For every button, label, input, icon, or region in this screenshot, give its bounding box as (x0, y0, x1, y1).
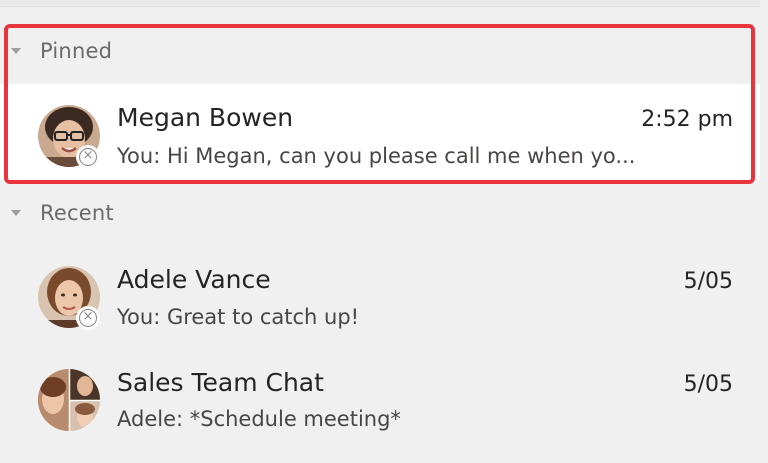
chevron-down-icon[interactable] (11, 210, 21, 216)
scrollbar-gutter (760, 0, 768, 463)
pinned-section-label: Pinned (40, 39, 113, 63)
recent-section-label: Recent (40, 201, 114, 225)
avatar (38, 369, 100, 431)
offline-presence-icon: × (79, 309, 97, 327)
offline-presence-icon: × (79, 148, 97, 166)
chat-timestamp: 2:52 pm (641, 107, 733, 132)
group-photo-collage (38, 369, 100, 431)
chat-item-megan-bowen[interactable]: × Megan Bowen 2:52 pm You: Hi Megan, can… (0, 84, 768, 180)
pinned-section-header[interactable]: Pinned (0, 33, 768, 69)
recent-section-header[interactable]: Recent (0, 195, 768, 231)
chat-name: Megan Bowen (117, 103, 294, 132)
chat-timestamp: 5/05 (683, 269, 733, 294)
chat-name: Sales Team Chat (117, 368, 324, 397)
chat-preview: Adele: *Schedule meeting* (117, 407, 401, 431)
chevron-down-icon[interactable] (11, 48, 21, 54)
chat-preview: You: Great to catch up! (117, 305, 360, 329)
presence-badge: × (76, 145, 100, 169)
chat-item-adele-vance[interactable]: × Adele Vance 5/05 You: Great to catch u… (0, 245, 768, 341)
chat-list-panel: Pinned × Megan Bowen 2:52 pm You: Hi Meg… (0, 0, 768, 463)
chat-preview: You: Hi Megan, can you please call me wh… (117, 144, 636, 168)
list-top-divider (0, 0, 768, 7)
chat-item-sales-team-chat[interactable]: Sales Team Chat 5/05 Adele: *Schedule me… (0, 349, 768, 445)
presence-badge: × (76, 306, 100, 330)
chat-name: Adele Vance (117, 265, 271, 294)
chat-timestamp: 5/05 (683, 372, 733, 397)
